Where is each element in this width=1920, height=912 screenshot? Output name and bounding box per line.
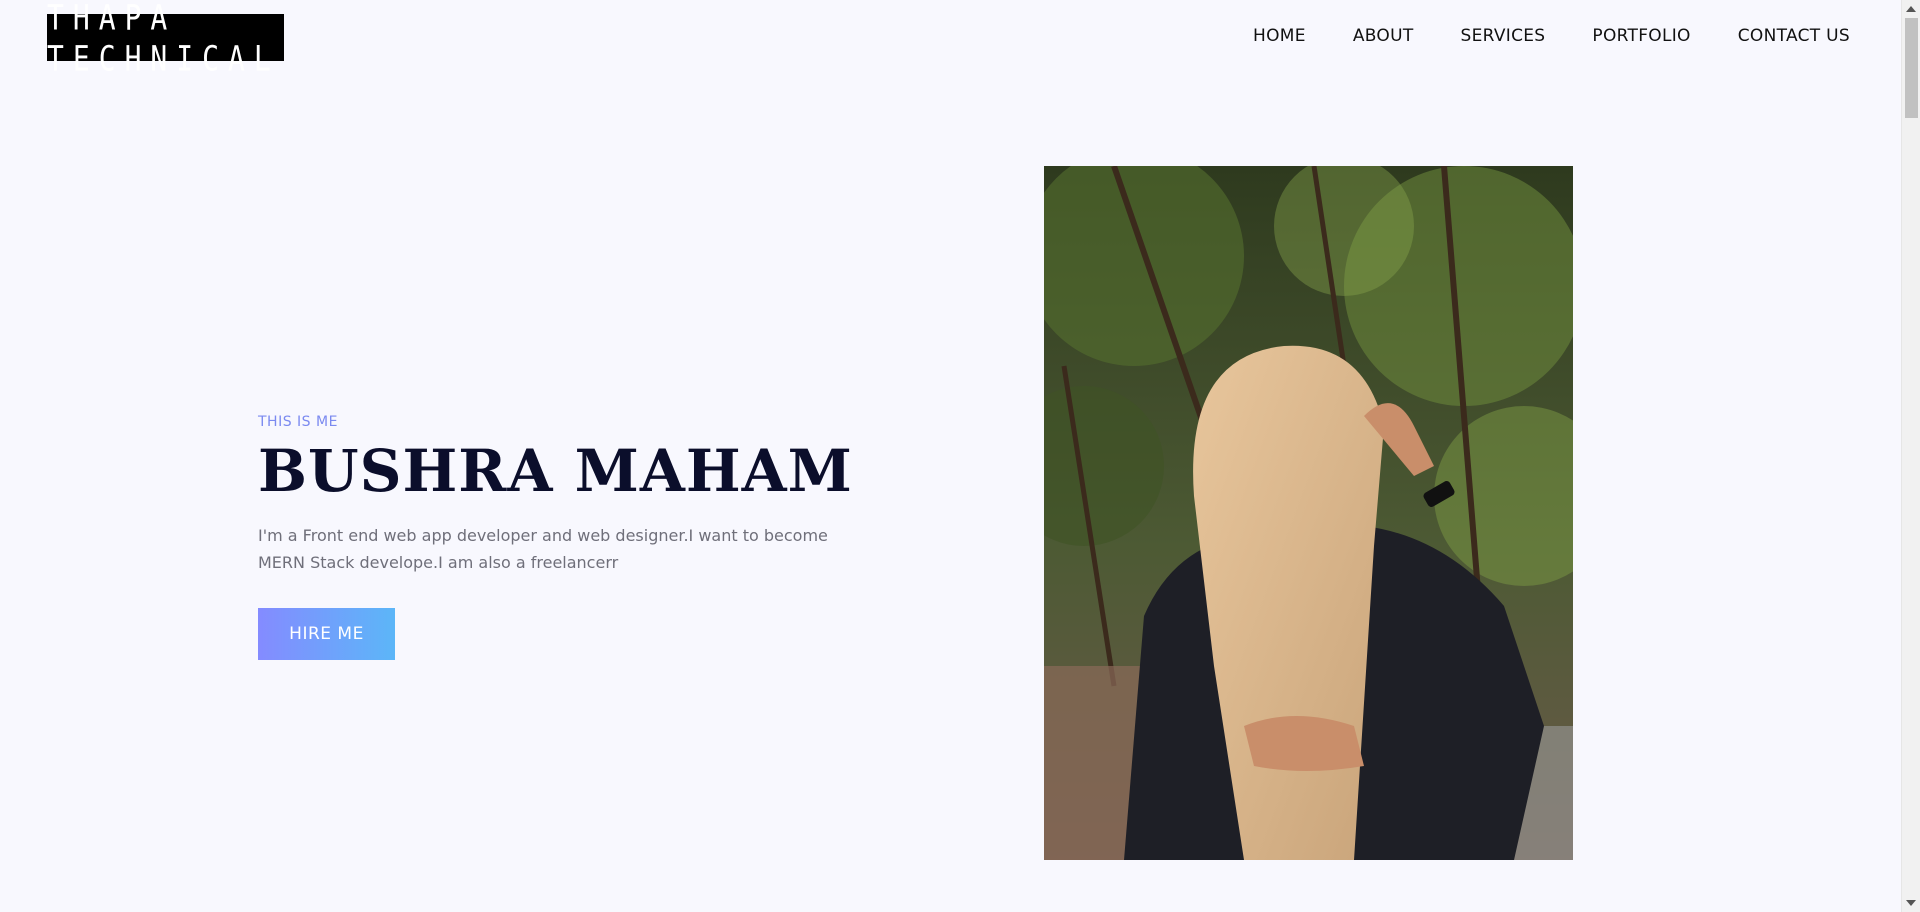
hero-text-block: THIS IS ME BUSHRA MAHAM I'm a Front end … <box>258 414 878 576</box>
nav-item-portfolio[interactable]: PORTFOLIO <box>1592 26 1690 46</box>
hire-me-button[interactable]: HIRE ME <box>258 608 395 660</box>
scroll-down-arrow-icon[interactable] <box>1906 900 1916 906</box>
hero-description: I'm a Front end web app developer and we… <box>258 525 828 572</box>
scroll-up-arrow-icon[interactable] <box>1906 6 1916 12</box>
hero-eyebrow: THIS IS ME <box>258 414 338 430</box>
main-nav: HOME ABOUT SERVICES PORTFOLIO CONTACT US <box>1253 26 1850 46</box>
hero-name: BUSHRA MAHAM <box>258 437 853 505</box>
brand-logo[interactable]: THAPA TECHNICAL <box>47 0 284 79</box>
nav-item-home[interactable]: HOME <box>1253 26 1306 46</box>
portrait-photo-illustration <box>1044 166 1573 860</box>
nav-item-about[interactable]: ABOUT <box>1353 26 1414 46</box>
nav-item-contact-us[interactable]: CONTACT US <box>1738 26 1850 46</box>
brand-logo-text: THAPA TECHNICAL <box>47 0 280 79</box>
portrait-photo <box>1044 166 1573 860</box>
page-scrollbar[interactable] <box>1901 0 1920 912</box>
scroll-thumb[interactable] <box>1905 18 1918 118</box>
nav-item-services[interactable]: SERVICES <box>1461 26 1546 46</box>
